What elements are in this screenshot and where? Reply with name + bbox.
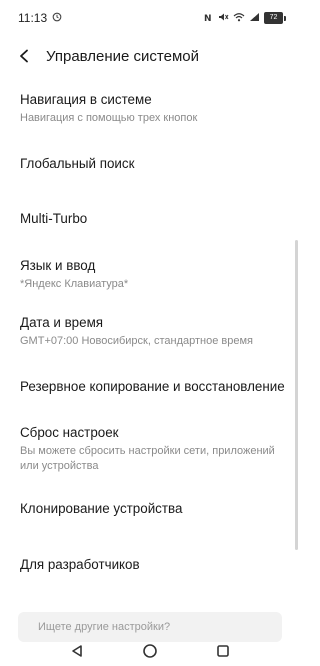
status-bar: 11:13 N 72 <box>0 0 300 36</box>
settings-item-developer-options[interactable]: Для разработчиков <box>20 557 285 572</box>
page-title: Управление системой <box>46 47 200 65</box>
navigation-bar <box>0 636 300 666</box>
settings-item-language-input[interactable]: Язык и ввод *Яндекс Клавиатура* <box>20 258 285 292</box>
svg-text:N: N <box>204 14 212 22</box>
settings-item-global-search[interactable]: Глобальный поиск <box>20 156 285 171</box>
settings-item-reset[interactable]: Сброс настроек Вы можете сбросить настро… <box>20 425 285 474</box>
header: Управление системой <box>0 40 300 72</box>
settings-item-date-time[interactable]: Дата и время GMT+07:00 Новосибирск, стан… <box>20 315 285 349</box>
settings-item-navigation[interactable]: Навигация в системе Навигация с помощью … <box>20 92 285 126</box>
battery-level: 72 <box>264 12 283 24</box>
signal-icon <box>249 11 260 25</box>
back-triangle-icon[interactable] <box>62 638 92 664</box>
settings-item-backup-restore[interactable]: Резервное копирование и восстановление <box>20 379 285 394</box>
item-title: Язык и ввод <box>20 258 96 273</box>
battery-icon: 72 <box>264 12 286 24</box>
item-subtitle: *Яндекс Клавиатура* <box>20 278 129 290</box>
scrollbar[interactable] <box>295 240 298 550</box>
sync-icon <box>52 11 62 25</box>
item-title: Для разработчиков <box>20 557 140 572</box>
settings-item-clone-device[interactable]: Клонирование устройства <box>20 501 285 516</box>
search-input[interactable] <box>36 620 260 634</box>
item-title: Дата и время <box>20 315 104 330</box>
item-subtitle: Навигация с помощью трех кнопок <box>20 112 198 124</box>
recents-square-icon[interactable] <box>208 638 238 664</box>
item-title: Клонирование устройства <box>20 501 183 516</box>
mute-icon <box>218 11 229 25</box>
item-subtitle: GMT+07:00 Новосибирск, стандартное время <box>20 335 253 347</box>
home-circle-icon[interactable] <box>135 638 165 664</box>
item-title: Глобальный поиск <box>20 156 135 171</box>
settings-item-multi-turbo[interactable]: Multi-Turbo <box>20 211 285 226</box>
item-title: Сброс настроек <box>20 425 119 440</box>
item-title: Резервное копирование и восстановление <box>20 379 285 394</box>
item-title: Навигация в системе <box>20 92 152 107</box>
item-title: Multi-Turbo <box>20 211 88 226</box>
item-subtitle: Вы можете сбросить настройки сети, прило… <box>20 445 275 472</box>
status-time: 11:13 <box>18 11 48 25</box>
back-arrow-icon[interactable] <box>4 40 44 72</box>
wifi-icon <box>233 11 245 25</box>
nfc-icon: N <box>204 11 214 25</box>
